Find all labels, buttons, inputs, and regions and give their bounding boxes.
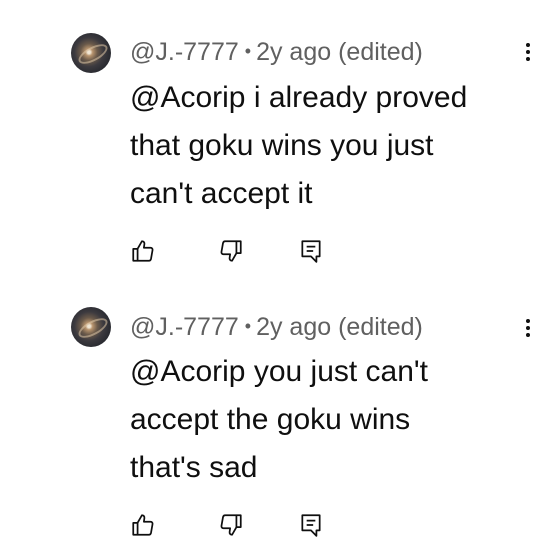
comment-actions xyxy=(130,238,330,266)
comment-text: @Acorip i already proved that goku wins … xyxy=(130,81,468,210)
separator-dot: • xyxy=(244,41,252,61)
comment-actions xyxy=(130,512,330,540)
avatar[interactable] xyxy=(71,307,111,347)
author-name[interactable]: @J.-7777 xyxy=(130,313,239,341)
comment-header: @J.-7777 • 2y ago (edited) xyxy=(130,38,423,67)
timestamp: 2y ago (edited) xyxy=(256,313,423,341)
thumbs-up-icon[interactable] xyxy=(130,512,156,538)
reply-icon[interactable] xyxy=(298,238,324,264)
thumbs-down-icon[interactable] xyxy=(218,512,244,538)
more-vert-icon[interactable] xyxy=(520,40,536,64)
comment-text: @Acorip you just can't accept the goku w… xyxy=(130,355,428,484)
thumbs-up-icon[interactable] xyxy=(130,238,156,264)
thumbs-down-icon[interactable] xyxy=(218,238,244,264)
author-name[interactable]: @J.-7777 xyxy=(130,38,239,66)
avatar[interactable] xyxy=(71,33,111,73)
timestamp: 2y ago (edited) xyxy=(256,38,423,66)
comment-header: @J.-7777 • 2y ago (edited) xyxy=(130,313,423,342)
reply-icon[interactable] xyxy=(298,512,324,538)
separator-dot: • xyxy=(244,316,252,336)
more-vert-icon[interactable] xyxy=(520,316,536,340)
